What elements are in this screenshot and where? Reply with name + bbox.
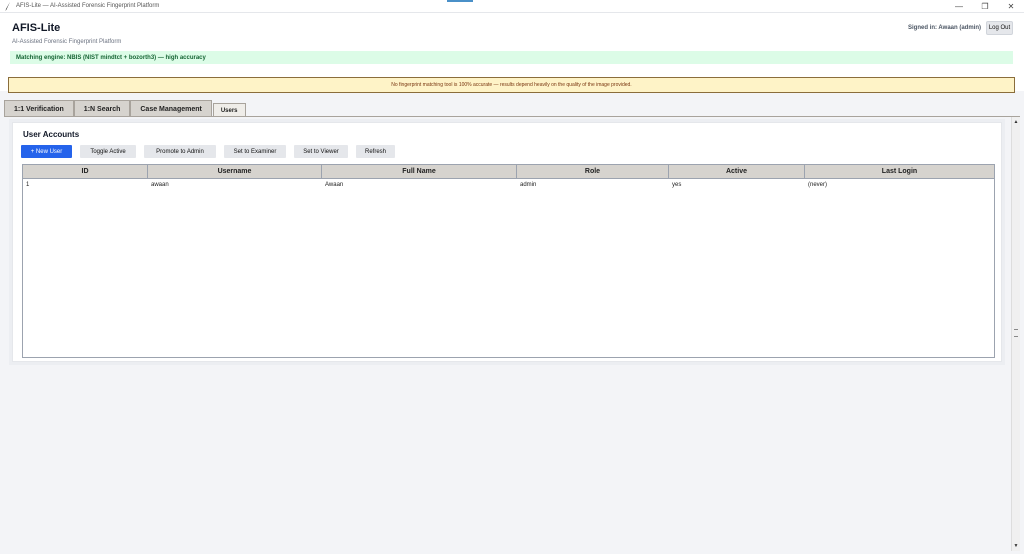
column-header-active[interactable]: Active [669, 165, 805, 178]
tab-case-management[interactable]: Case Management [130, 100, 212, 117]
tab-users[interactable]: Users [212, 103, 246, 117]
set-viewer-button[interactable]: Set to Viewer [294, 145, 348, 158]
app-name: AFIS-Lite [12, 22, 61, 34]
table-row[interactable]: 1 awaan Awaan admin yes (never) [23, 179, 994, 191]
column-header-username[interactable]: Username [148, 165, 322, 178]
cell-username: awaan [151, 182, 169, 188]
accuracy-warning: No fingerprint matching tool is 100% acc… [8, 77, 1015, 93]
title-accent-bar [447, 0, 473, 2]
refresh-button[interactable]: Refresh [356, 145, 395, 158]
vertical-scrollbar[interactable]: ▲ ▼ [1011, 117, 1020, 551]
tab-verification[interactable]: 1:1 Verification [4, 100, 74, 117]
window-title: AFIS-Lite — AI-Assisted Forensic Fingerp… [16, 3, 160, 9]
toggle-active-button[interactable]: Toggle Active [80, 145, 136, 158]
feather-icon [3, 1, 13, 11]
close-button[interactable]: ✕ [998, 0, 1024, 13]
set-examiner-button[interactable]: Set to Examiner [224, 145, 286, 158]
scroll-up-icon[interactable]: ▲ [1012, 118, 1020, 126]
cell-last-login: (never) [808, 182, 828, 188]
window-controls: — ❐ ✕ [946, 0, 1024, 13]
column-header-full-name[interactable]: Full Name [322, 165, 517, 178]
column-header-last-login[interactable]: Last Login [805, 165, 994, 178]
scroll-grip-icon[interactable] [1014, 329, 1018, 337]
column-header-role[interactable]: Role [517, 165, 669, 178]
table-header: ID Username Full Name Role Active Last L… [23, 165, 994, 179]
column-header-id[interactable]: ID [23, 165, 148, 178]
cell-role: admin [520, 182, 537, 188]
cell-full-name: Awaan [325, 182, 344, 188]
main-tabs: 1:1 Verification 1:N Search Case Managem… [4, 98, 246, 117]
engine-status-banner: Matching engine: NBIS (NIST mindtct + bo… [10, 51, 1013, 64]
users-toolbar: + New User Toggle Active Promote to Admi… [21, 145, 395, 158]
restore-button[interactable]: ❐ [972, 0, 998, 13]
users-table[interactable]: ID Username Full Name Role Active Last L… [22, 164, 995, 358]
tab-divider [4, 116, 1020, 117]
users-panel: User Accounts + New User Toggle Active P… [12, 122, 1002, 362]
minimize-button[interactable]: — [946, 0, 972, 13]
cell-id: 1 [26, 182, 30, 188]
cell-active: yes [672, 182, 682, 188]
signed-in-label: Signed in: Awaan (admin) [907, 25, 981, 31]
app-subtitle: AI-Assisted Forensic Fingerprint Platfor… [12, 39, 122, 45]
promote-admin-button[interactable]: Promote to Admin [144, 145, 216, 158]
window-titlebar: AFIS-Lite — AI-Assisted Forensic Fingerp… [0, 0, 1024, 13]
panel-title: User Accounts [23, 130, 80, 139]
new-user-button[interactable]: + New User [21, 145, 72, 158]
scroll-down-icon[interactable]: ▼ [1012, 542, 1020, 550]
tab-search[interactable]: 1:N Search [73, 100, 131, 117]
logout-button[interactable]: Log Out [986, 21, 1013, 35]
